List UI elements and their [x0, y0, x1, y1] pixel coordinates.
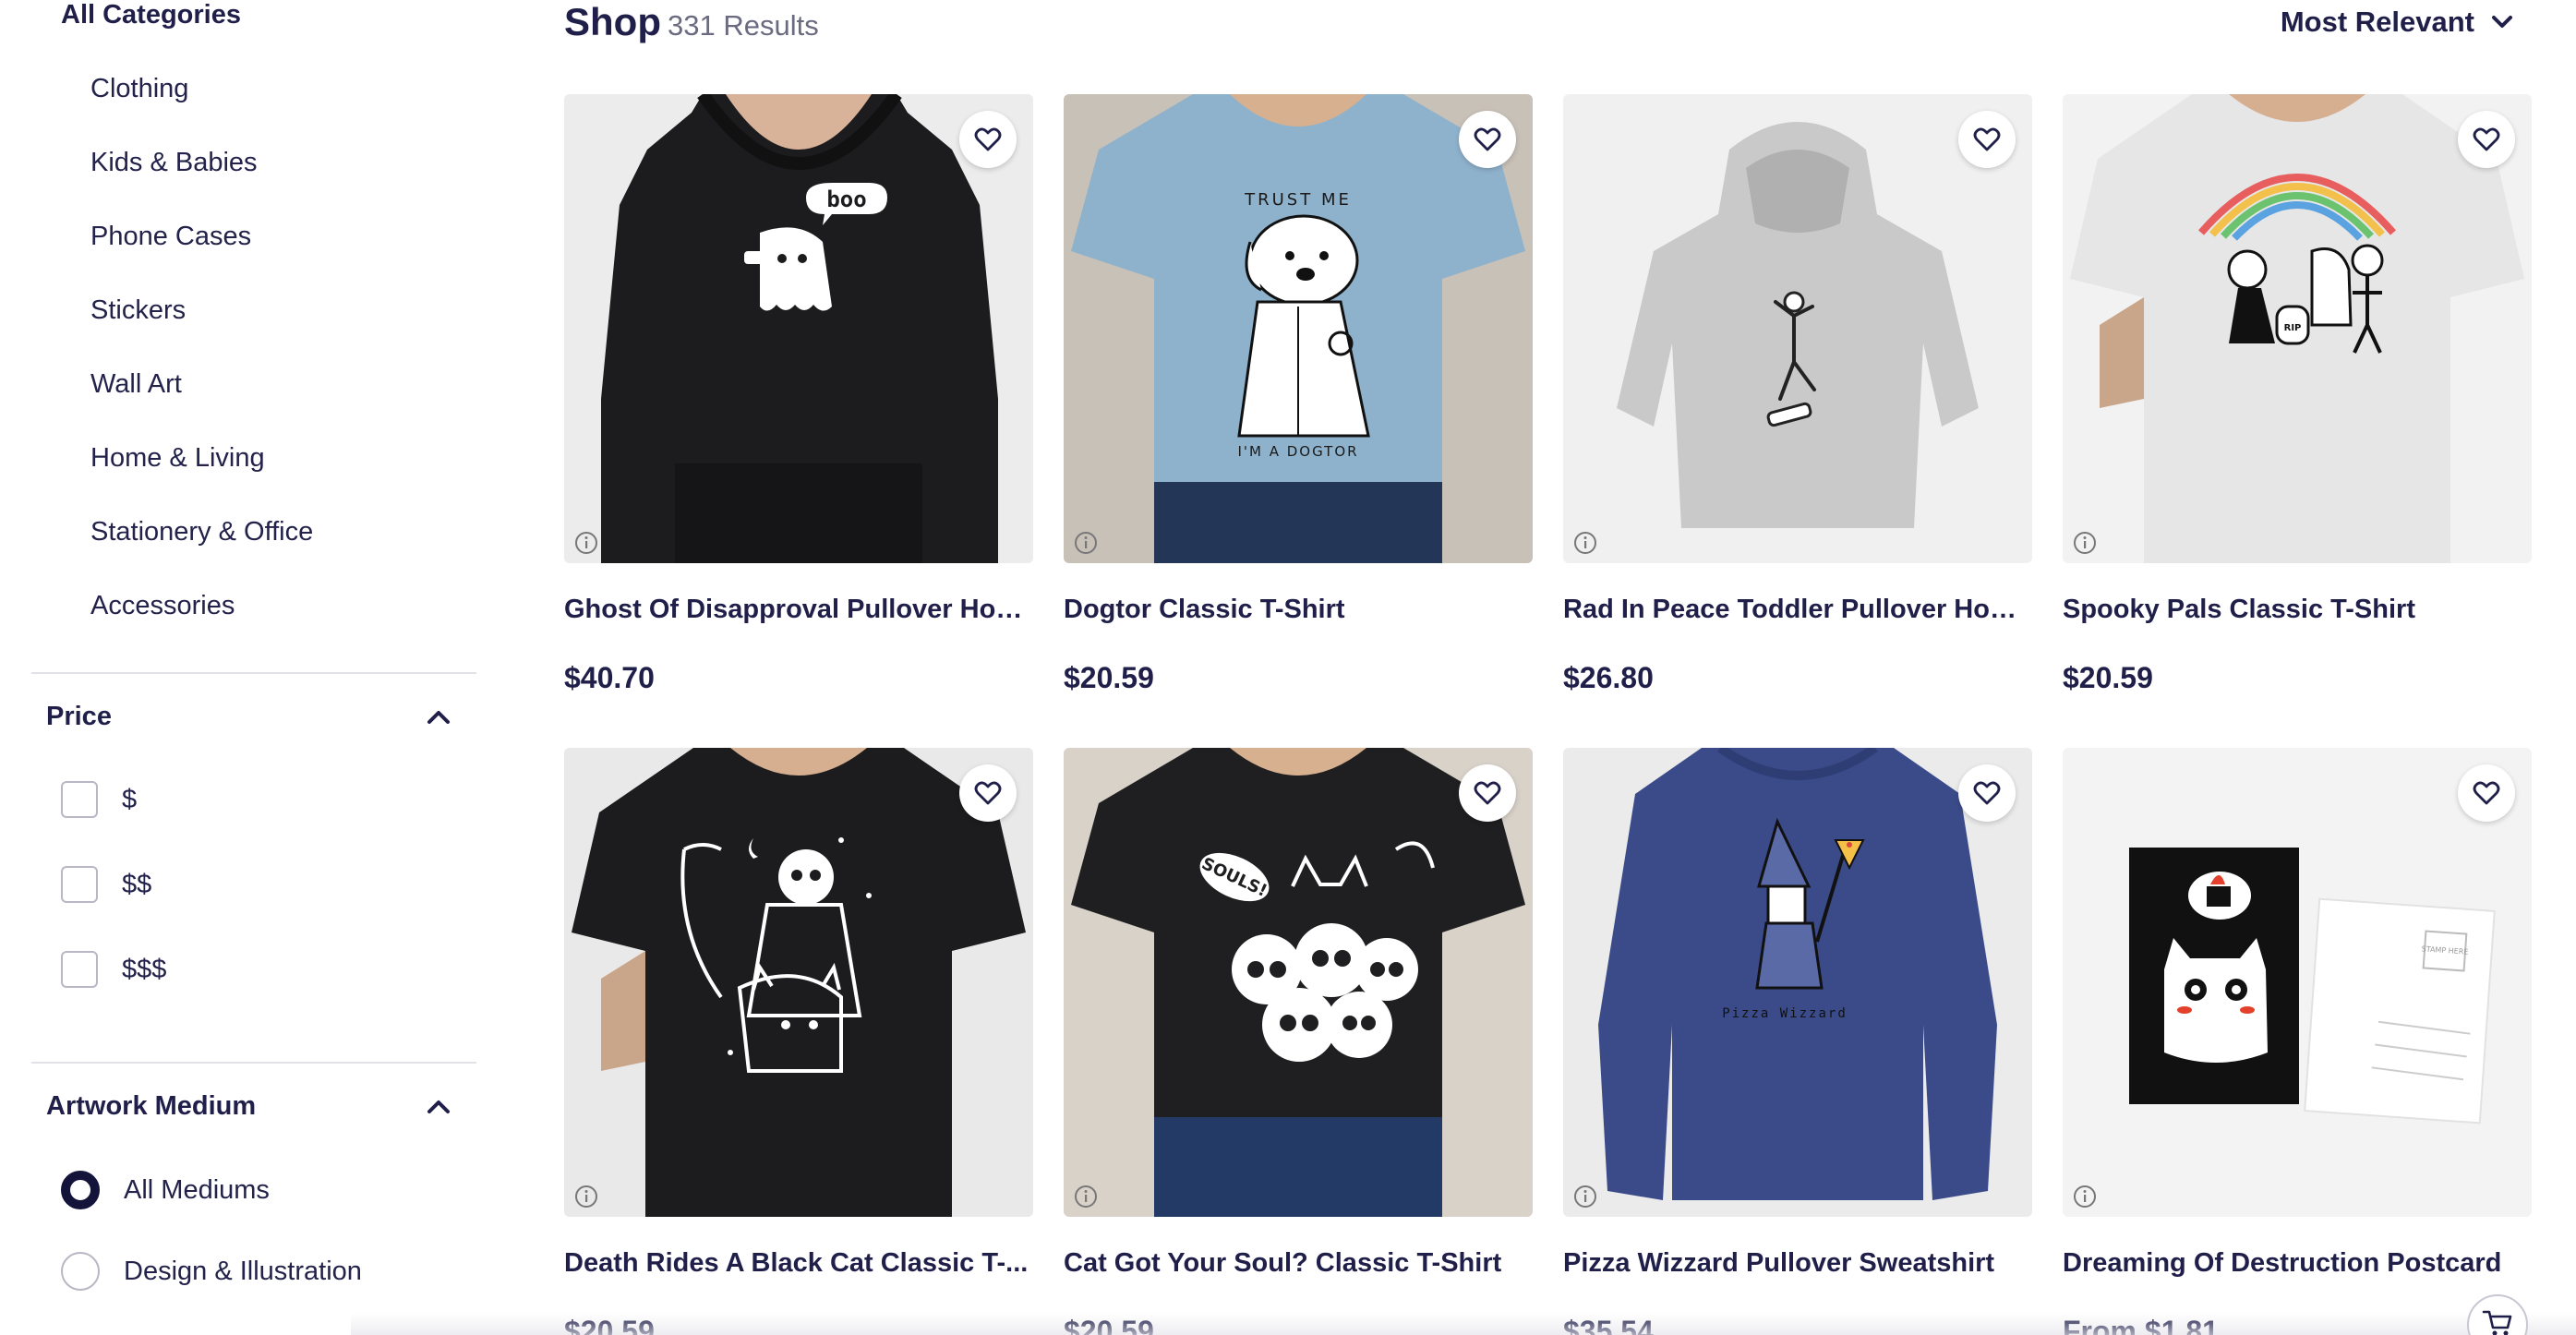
bottom-fade-overlay [351, 1313, 2576, 1335]
product-price: $40.70 [564, 661, 655, 694]
product-price: $20.59 [1064, 661, 1154, 694]
svg-text:boo: boo [826, 186, 866, 212]
info-icon[interactable] [2072, 530, 2098, 556]
product-title[interactable]: Ghost Of Disapproval Pullover Hoo... [564, 595, 1033, 625]
product-image[interactable] [564, 748, 1033, 1217]
info-icon[interactable] [1073, 1184, 1099, 1209]
price-low-checkbox[interactable] [61, 781, 98, 818]
product-title[interactable]: Rad In Peace Toddler Pullover Hoodie [1563, 595, 2032, 625]
info-icon[interactable] [573, 1184, 599, 1209]
artwork-medium-filter-title: Artwork Medium [46, 1091, 257, 1121]
price-high-label: $$$ [122, 954, 167, 984]
medium-all-label: All Mediums [124, 1174, 270, 1205]
info-icon[interactable] [573, 530, 599, 556]
product-price: $26.80 [1563, 661, 1654, 694]
chevron-down-icon [2492, 16, 2512, 28]
product-title[interactable]: Dogtor Classic T-Shirt [1064, 595, 1533, 625]
favorite-heart-icon[interactable] [1958, 111, 2016, 168]
artwork-medium-filter-header[interactable]: Artwork Medium [46, 1091, 452, 1122]
product-image[interactable]: SOULS! [1064, 748, 1533, 1217]
favorite-heart-icon[interactable] [1459, 764, 1516, 822]
chevron-up-icon[interactable] [425, 704, 452, 731]
info-icon[interactable] [2072, 1184, 2098, 1209]
product-image[interactable]: Pizza Wizzard [1563, 748, 2032, 1217]
info-icon[interactable] [1073, 530, 1099, 556]
product-image[interactable]: TRUST ME I'M A DOGTOR [1064, 94, 1533, 563]
chevron-up-icon[interactable] [425, 1093, 452, 1121]
page-title: Shop [564, 0, 661, 43]
product-title[interactable]: Cat Got Your Soul? Classic T-Shirt [1064, 1248, 1533, 1279]
category-wall-art[interactable]: Wall Art [90, 366, 313, 439]
price-filter-header[interactable]: Price [46, 702, 452, 732]
product-price: $20.59 [564, 1315, 655, 1335]
quick-cart-button[interactable] [2467, 1294, 2528, 1335]
medium-option-all[interactable]: All Mediums [61, 1171, 270, 1209]
favorite-heart-icon[interactable] [2458, 111, 2515, 168]
product-image[interactable] [1563, 94, 2032, 563]
price-mid-label: $$ [122, 869, 152, 899]
price-mid-checkbox[interactable] [61, 866, 98, 903]
medium-all-radio[interactable] [61, 1171, 100, 1209]
price-low-label: $ [122, 784, 138, 814]
price-option-high[interactable]: $$$ [61, 951, 166, 988]
price-high-checkbox[interactable] [61, 951, 98, 988]
product-image[interactable]: STAMP HERE [2063, 748, 2532, 1217]
shirt-print-text-top: TRUST ME [1244, 190, 1352, 210]
favorite-heart-icon[interactable] [1958, 764, 2016, 822]
product-title[interactable]: Dreaming Of Destruction Postcard [2063, 1248, 2532, 1279]
product-title[interactable]: Pizza Wizzard Pullover Sweatshirt [1563, 1248, 2032, 1279]
category-kids-babies[interactable]: Kids & Babies [90, 144, 313, 218]
info-icon[interactable] [1572, 1184, 1598, 1209]
favorite-heart-icon[interactable] [959, 111, 1017, 168]
product-price: $20.59 [1064, 1315, 1154, 1335]
filter-sidebar: All Categories Clothing Kids & Babies Ph… [0, 0, 499, 1335]
shirt-print-text: Pizza Wizzard [1722, 1006, 1848, 1021]
all-categories-link[interactable]: All Categories [61, 0, 241, 30]
price-filter-title: Price [46, 702, 112, 731]
product-price: $35.54 [1563, 1315, 1654, 1335]
info-icon[interactable] [1572, 530, 1598, 556]
product-price: $20.59 [2063, 661, 2153, 694]
results-count: 331 Results [668, 9, 819, 42]
category-phone-cases[interactable]: Phone Cases [90, 218, 313, 292]
sort-label: Most Relevant [2280, 6, 2474, 38]
shirt-print-text: RIP [2284, 323, 2302, 333]
favorite-heart-icon[interactable] [1459, 111, 1516, 168]
price-option-low[interactable]: $ [61, 781, 137, 818]
favorite-heart-icon[interactable] [959, 764, 1017, 822]
product-title[interactable]: Death Rides A Black Cat Classic T-... [564, 1248, 1033, 1279]
category-stickers[interactable]: Stickers [90, 292, 313, 366]
divider [31, 1062, 476, 1064]
price-option-mid[interactable]: $$ [61, 866, 151, 903]
cart-icon [2482, 1310, 2512, 1335]
product-image[interactable]: RIP [2063, 94, 2532, 563]
product-price: From $1.81 [2063, 1315, 2219, 1335]
category-home-living[interactable]: Home & Living [90, 439, 313, 513]
sort-dropdown[interactable]: Most Relevant [2281, 6, 2513, 39]
product-image[interactable]: boo [564, 94, 1033, 563]
category-stationery-office[interactable]: Stationery & Office [90, 513, 313, 587]
favorite-heart-icon[interactable] [2458, 764, 2515, 822]
medium-design-label: Design & Illustration [124, 1256, 362, 1286]
category-clothing[interactable]: Clothing [90, 70, 313, 144]
divider [31, 672, 476, 674]
medium-option-design[interactable]: Design & Illustration [61, 1252, 362, 1291]
medium-design-radio[interactable] [61, 1252, 100, 1291]
category-list: Clothing Kids & Babies Phone Cases Stick… [90, 70, 313, 661]
shirt-print-text-bottom: I'M A DOGTOR [1237, 443, 1358, 460]
category-accessories[interactable]: Accessories [90, 587, 313, 661]
product-title[interactable]: Spooky Pals Classic T-Shirt [2063, 595, 2532, 625]
